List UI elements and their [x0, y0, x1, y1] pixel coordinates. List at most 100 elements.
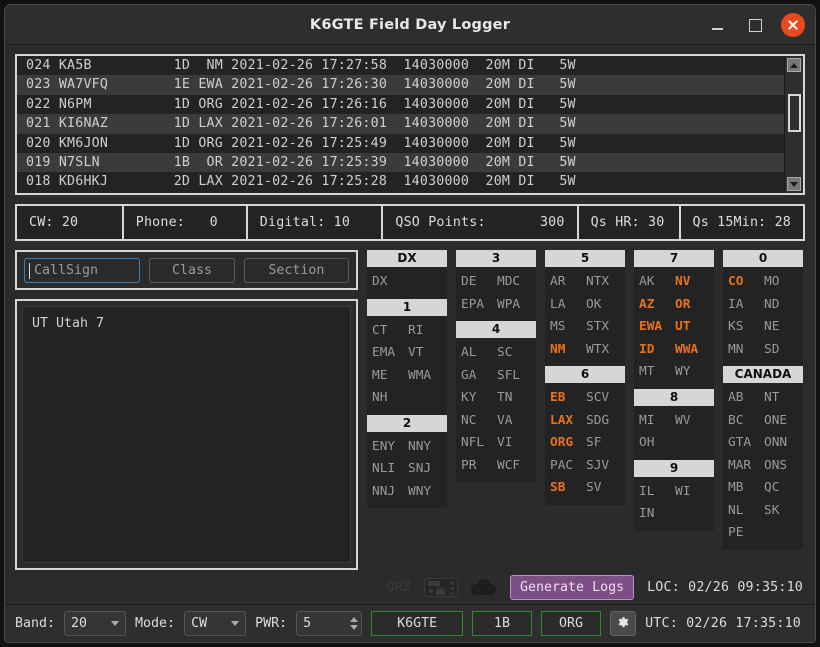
section-cell-pr[interactable]: PR	[461, 455, 495, 478]
section-cell-sk[interactable]: SK	[764, 500, 798, 523]
section-cell-ak[interactable]: AK	[639, 271, 673, 294]
my-section-button[interactable]: ORG	[540, 611, 601, 636]
section-cell-sdg[interactable]: SDG	[586, 410, 620, 433]
stepper-down-icon[interactable]	[350, 625, 359, 630]
table-row[interactable]: 018 KD6HKJ 2D LAX 2021-02-26 17:25:28 14…	[17, 172, 784, 192]
table-row[interactable]: 022 N6PM 1D ORG 2021-02-26 17:26:16 1403…	[17, 94, 784, 115]
section-cell-dx[interactable]: DX	[372, 271, 406, 294]
settings-button[interactable]	[609, 611, 637, 636]
section-cell-ewa[interactable]: EWA	[639, 316, 673, 339]
section-cell-mb[interactable]: MB	[728, 477, 762, 500]
cloud-icon[interactable]	[471, 579, 497, 595]
scroll-up-icon[interactable]	[787, 58, 801, 72]
table-row[interactable]: 019 N7SLN 1B OR 2021-02-26 17:25:39 1403…	[17, 152, 784, 173]
section-cell-va[interactable]: VA	[497, 410, 531, 433]
table-row[interactable]: 023 WA7VFQ 1E EWA 2021-02-26 17:26:30 14…	[17, 75, 784, 95]
section-cell-nl[interactable]: NL	[728, 500, 762, 523]
table-row[interactable]: 020 KM6JON 1D ORG 2021-02-26 17:25:49 14…	[17, 133, 784, 153]
section-cell-ok[interactable]: OK	[586, 294, 620, 317]
section-cell-wwa[interactable]: WWA	[675, 339, 709, 362]
section-cell-org[interactable]: ORG	[550, 432, 584, 455]
section-cell-wi[interactable]: WI	[675, 481, 709, 504]
section-cell-ne[interactable]: NE	[764, 316, 798, 339]
section-cell-il[interactable]: IL	[639, 481, 673, 504]
section-cell-pe[interactable]: PE	[728, 522, 762, 545]
section-cell-ks[interactable]: KS	[728, 316, 762, 339]
section-cell-vi[interactable]: VI	[497, 432, 531, 455]
section-cell-ct[interactable]: CT	[372, 320, 406, 343]
section-cell-ga[interactable]: GA	[461, 365, 495, 388]
section-cell-mt[interactable]: MT	[639, 361, 673, 384]
section-cell-wpa[interactable]: WPA	[497, 294, 531, 317]
section-cell-or[interactable]: OR	[675, 294, 709, 317]
section-cell-tn[interactable]: TN	[497, 387, 531, 410]
section-cell-wtx[interactable]: WTX	[586, 339, 620, 362]
section-cell-sf[interactable]: SF	[586, 432, 620, 455]
section-cell-qc[interactable]: QC	[764, 477, 798, 500]
log-scrollbar[interactable]	[784, 56, 803, 193]
section-cell-nnj[interactable]: NNJ	[372, 481, 406, 504]
section-cell-stx[interactable]: STX	[586, 316, 620, 339]
minimize-icon[interactable]	[705, 13, 729, 37]
section-cell-nm[interactable]: NM	[550, 339, 584, 362]
section-cell-mn[interactable]: MN	[728, 339, 762, 362]
section-cell-eny[interactable]: ENY	[372, 436, 406, 459]
section-cell-scv[interactable]: SCV	[586, 387, 620, 410]
generate-logs-button[interactable]: Generate Logs	[510, 574, 635, 600]
section-cell-sc[interactable]: SC	[497, 342, 531, 365]
my-callsign-button[interactable]: K6GTE	[371, 611, 463, 636]
section-cell-ut[interactable]: UT	[675, 316, 709, 339]
section-cell-wcf[interactable]: WCF	[497, 455, 531, 478]
scrollbar-thumb[interactable]	[788, 94, 801, 132]
section-cell-sv[interactable]: SV	[586, 477, 620, 500]
section-cell-nd[interactable]: ND	[764, 294, 798, 317]
section-cell-sjv[interactable]: SJV	[586, 455, 620, 478]
qso-log-table[interactable]: 024 KA5B 1D NM 2021-02-26 17:27:58 14030…	[15, 54, 805, 195]
section-cell-co[interactable]: CO	[728, 271, 762, 294]
section-cell-ntx[interactable]: NTX	[586, 271, 620, 294]
mode-select[interactable]: CW	[184, 611, 247, 636]
scrollbar-track[interactable]	[785, 72, 803, 177]
section-cell-ia[interactable]: IA	[728, 294, 762, 317]
section-cell-al[interactable]: AL	[461, 342, 495, 365]
section-cell-nv[interactable]: NV	[675, 271, 709, 294]
table-row[interactable]: 024 KA5B 1D NM 2021-02-26 17:27:58 14030…	[17, 56, 784, 76]
section-cell-az[interactable]: AZ	[639, 294, 673, 317]
section-cell-nc[interactable]: NC	[461, 410, 495, 433]
section-cell-gta[interactable]: GTA	[728, 432, 762, 455]
section-cell-mo[interactable]: MO	[764, 271, 798, 294]
table-row[interactable]: 021 KI6NAZ 1D LAX 2021-02-26 17:26:01 14…	[17, 114, 784, 134]
stepper-arrows[interactable]	[350, 617, 359, 630]
section-cell-ab[interactable]: AB	[728, 387, 762, 410]
section-cell-nli[interactable]: NLI	[372, 458, 406, 481]
radio-icon[interactable]	[424, 577, 459, 597]
scroll-down-icon[interactable]	[787, 177, 801, 191]
section-cell-me[interactable]: ME	[372, 365, 406, 388]
power-stepper[interactable]: 5	[296, 611, 363, 636]
section-cell-nfl[interactable]: NFL	[461, 432, 495, 455]
maximize-icon[interactable]	[743, 13, 767, 37]
section-cell-ema[interactable]: EMA	[372, 342, 406, 365]
section-cell-nt[interactable]: NT	[764, 387, 798, 410]
section-cell-bc[interactable]: BC	[728, 410, 762, 433]
section-cell-mi[interactable]: MI	[639, 410, 673, 433]
section-cell-ky[interactable]: KY	[461, 387, 495, 410]
section-cell-sd[interactable]: SD	[764, 339, 798, 362]
section-cell-wny[interactable]: WNY	[408, 481, 442, 504]
section-cell-in[interactable]: IN	[639, 503, 673, 526]
section-cell-wma[interactable]: WMA	[408, 365, 442, 388]
section-cell-id[interactable]: ID	[639, 339, 673, 362]
close-icon[interactable]	[781, 13, 805, 37]
stepper-up-icon[interactable]	[350, 617, 359, 622]
section-cell-nny[interactable]: NNY	[408, 436, 442, 459]
section-cell-la[interactable]: LA	[550, 294, 584, 317]
section-cell-one[interactable]: ONE	[764, 410, 798, 433]
section-cell-vt[interactable]: VT	[408, 342, 442, 365]
section-cell-wy[interactable]: WY	[675, 361, 709, 384]
callsign-input[interactable]: CallSign	[24, 257, 141, 283]
section-cell-lax[interactable]: LAX	[550, 410, 584, 433]
band-select[interactable]: 20	[64, 611, 127, 636]
section-cell-de[interactable]: DE	[461, 271, 495, 294]
class-input[interactable]: Class	[149, 257, 235, 283]
section-cell-eb[interactable]: EB	[550, 387, 584, 410]
